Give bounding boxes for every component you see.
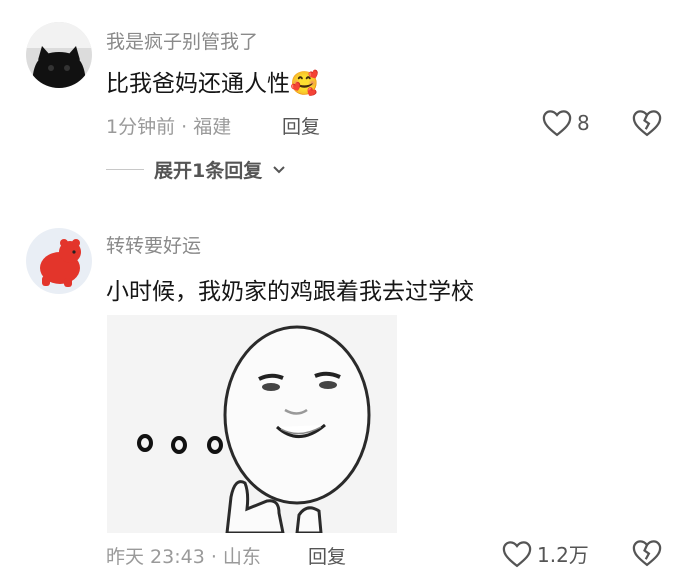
dislike-button[interactable] — [632, 539, 662, 571]
username[interactable]: 转转要好运 — [106, 231, 201, 258]
red-bear-avatar-image — [26, 228, 92, 294]
comment-text: 比我爸妈还通人性🥰 — [106, 64, 319, 98]
comment-item: 我是疯子别管我了 比我爸妈还通人性🥰 1分钟前 · 福建 回复 8 展开1条回复 — [0, 0, 690, 200]
reply-button[interactable]: 回复 — [308, 542, 346, 569]
user-avatar[interactable] — [26, 228, 92, 294]
comment-meta: 昨天 23:43 · 山东 — [106, 546, 261, 568]
meme-face-drawing — [107, 315, 397, 533]
divider-line — [106, 169, 144, 170]
heart-icon — [502, 540, 532, 567]
hug-emoji: 🥰 — [290, 71, 319, 97]
meme-sticker-image[interactable] — [107, 315, 397, 533]
reply-button[interactable]: 回复 — [282, 112, 320, 139]
heart-icon — [542, 110, 572, 137]
comment-text-body: 比我爸妈还通人性 — [106, 71, 290, 97]
comment-meta: 1分钟前 · 福建 — [106, 116, 232, 138]
expand-replies[interactable]: 展开1条回复 — [106, 156, 286, 183]
broken-heart-icon — [632, 110, 662, 137]
chevron-down-icon — [273, 165, 285, 173]
like-button[interactable]: 8 — [542, 109, 590, 137]
like-count: 1.2万 — [537, 543, 589, 567]
expand-replies-label: 展开1条回复 — [154, 160, 263, 182]
comment-item: 转转要好运 小时候，我奶家的鸡跟着我去过学校 昨天 23:43 · 山东 回复 … — [0, 210, 690, 587]
comment-text: 小时候，我奶家的鸡跟着我去过学校 — [106, 279, 474, 305]
like-button[interactable]: 1.2万 — [502, 539, 589, 568]
cat-avatar-image — [26, 22, 92, 88]
dislike-button[interactable] — [632, 109, 662, 141]
broken-heart-icon — [632, 540, 662, 567]
username[interactable]: 我是疯子别管我了 — [106, 27, 258, 54]
like-count: 8 — [577, 111, 590, 135]
user-avatar[interactable] — [26, 22, 92, 88]
